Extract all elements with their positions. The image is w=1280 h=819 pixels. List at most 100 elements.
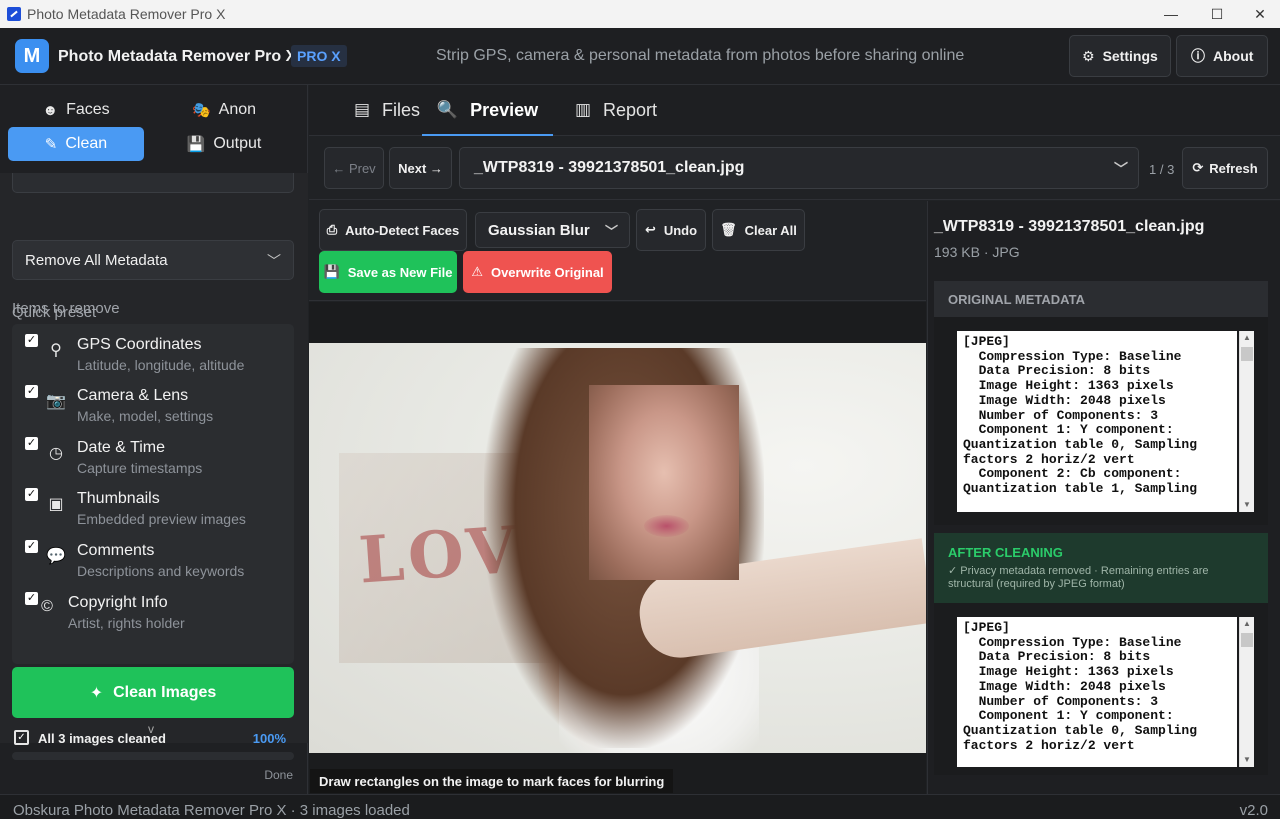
overwrite-label: Overwrite Original bbox=[490, 264, 604, 280]
item-desc: Make, model, settings bbox=[77, 408, 214, 424]
gear-icon: ⚙ bbox=[1082, 47, 1095, 64]
scroll-down-icon[interactable]: ▼ bbox=[1240, 498, 1254, 512]
scroll-thumb[interactable] bbox=[1241, 347, 1253, 361]
item-desc: Latitude, longitude, altitude bbox=[77, 357, 245, 373]
brush-icon: ✎ bbox=[44, 136, 58, 153]
side-tab-label: Clean bbox=[65, 135, 108, 152]
about-label: About bbox=[1213, 48, 1254, 64]
chevron-down-icon: ﹀ bbox=[1114, 161, 1128, 177]
blurred-face-region[interactable] bbox=[589, 385, 739, 580]
overwrite-original-button[interactable]: ⚠ Overwrite Original bbox=[463, 251, 612, 293]
settings-button[interactable]: ⚙ Settings bbox=[1069, 35, 1171, 77]
side-tab-faces[interactable]: ☻ Faces bbox=[8, 93, 144, 127]
items-list: ✓ ⚲ GPS Coordinates Latitude, longitude,… bbox=[12, 324, 294, 664]
tagline: Strip GPS, camera & personal metadata fr… bbox=[436, 47, 965, 64]
scroll-up-icon[interactable]: ▲ bbox=[1240, 617, 1254, 631]
app-logo: M bbox=[15, 39, 49, 73]
app-name: Photo Metadata Remover Pro X bbox=[58, 48, 297, 65]
trash-icon: 🗑 bbox=[720, 222, 737, 237]
progress-bar bbox=[12, 752, 294, 760]
options-scroll-area[interactable]: Quick preset Remove All Metadata ﹀ Items… bbox=[0, 173, 308, 743]
blurred-mouth bbox=[644, 515, 689, 537]
preview-photo[interactable]: LOV bbox=[309, 343, 926, 753]
undo-button[interactable]: ↩ Undo bbox=[636, 209, 706, 251]
save-new-label: Save as New File bbox=[347, 264, 453, 280]
side-tab-clean[interactable]: ✎ Clean bbox=[8, 127, 144, 161]
panel-file-name: _WTP8319 - 39921378501_clean.jpg bbox=[934, 218, 1205, 235]
side-tab-anon[interactable]: 🎭 Anon bbox=[156, 93, 292, 127]
items-to-remove-label: Items to remove bbox=[12, 300, 120, 317]
blur-mode-select[interactable]: Gaussian Blur ﹀ bbox=[475, 212, 630, 248]
list-item[interactable]: ✓ 📷 Camera & Lens Make, model, settings bbox=[12, 373, 294, 425]
clear-all-label: Clear All bbox=[744, 222, 797, 238]
original-metadata-text[interactable]: [JPEG] Compression Type: Baseline Data P… bbox=[957, 331, 1237, 512]
app-icon bbox=[7, 7, 21, 21]
next-button[interactable]: Next → bbox=[389, 147, 452, 189]
tab-report[interactable]: ▥ Report bbox=[571, 85, 661, 135]
list-item[interactable]: ✓ ▣ Thumbnails Embedded preview images bbox=[12, 476, 294, 528]
tab-files[interactable]: ▤ Files bbox=[339, 85, 435, 135]
checkbox-checked[interactable]: ✓ bbox=[25, 334, 38, 347]
list-item[interactable]: ✓ ◷ Date & Time Capture timestamps bbox=[12, 425, 294, 477]
blur-mode-value: Gaussian Blur bbox=[488, 221, 590, 239]
item-name: Camera & Lens bbox=[77, 387, 189, 404]
partial-input-field[interactable] bbox=[12, 173, 294, 193]
minimize-button[interactable]: — bbox=[1148, 0, 1194, 28]
checkbox-checked[interactable]: ✓ bbox=[25, 437, 38, 450]
list-item[interactable]: ✓ © Copyright Info Artist, rights holder bbox=[12, 580, 294, 632]
progress-percent: 100% bbox=[252, 731, 286, 746]
side-tab-label: Output bbox=[213, 135, 262, 152]
scroll-down-icon[interactable]: ▼ bbox=[1240, 753, 1254, 767]
list-item[interactable]: ✓ 💬 Comments Descriptions and keywords bbox=[12, 528, 294, 580]
maximize-button[interactable]: ☐ bbox=[1194, 0, 1240, 28]
cleaned-metadata-text[interactable]: [JPEG] Compression Type: Baseline Data P… bbox=[957, 617, 1237, 767]
version-label: v2.0 bbox=[1239, 802, 1268, 819]
tab-label: Report bbox=[603, 99, 658, 120]
cleaned-metadata-scrollbar[interactable]: ▲ ▼ bbox=[1239, 617, 1254, 767]
checkbox-checked[interactable]: ✓ bbox=[25, 540, 38, 553]
canvas-hint: Draw rectangles on the image to mark fac… bbox=[310, 769, 674, 793]
after-cleaning-note: ✓ Privacy metadata removed · Remaining e… bbox=[948, 565, 1209, 590]
scroll-thumb[interactable] bbox=[1241, 633, 1253, 647]
original-metadata-header: ORIGINAL METADATA bbox=[934, 281, 1268, 317]
scroll-up-icon[interactable]: ▲ bbox=[1240, 331, 1254, 345]
file-select[interactable]: _WTP8319 - 39921378501_clean.jpg ﹀ bbox=[459, 147, 1139, 189]
chevron-down-icon: ﹀ bbox=[604, 224, 618, 239]
tab-label: Preview bbox=[470, 99, 539, 120]
face-icon: ☻ bbox=[42, 101, 59, 119]
face-toolbar: ⎙ Auto-Detect Faces Gaussian Blur ﹀ ↩ Un… bbox=[309, 201, 926, 301]
item-desc: Artist, rights holder bbox=[68, 615, 185, 631]
item-name: Copyright Info bbox=[68, 594, 168, 611]
image-canvas-area[interactable]: LOV Draw rectangles on the image to mark… bbox=[309, 302, 926, 794]
checkbox-checked[interactable]: ✓ bbox=[25, 385, 38, 398]
list-item[interactable]: ✓ ⚲ GPS Coordinates Latitude, longitude,… bbox=[12, 322, 294, 374]
info-icon: ⓘ bbox=[1191, 48, 1205, 64]
status-bar: Obskura Photo Metadata Remover Pro X · 3… bbox=[0, 794, 1280, 819]
prev-button[interactable]: ← Prev bbox=[324, 147, 384, 189]
item-name: Thumbnails bbox=[77, 490, 160, 507]
original-metadata-scrollbar[interactable]: ▲ ▼ bbox=[1239, 331, 1254, 512]
pro-badge: PRO X bbox=[291, 45, 347, 67]
about-button[interactable]: ⓘ About bbox=[1176, 35, 1269, 77]
checkbox-checked[interactable]: ✓ bbox=[25, 488, 38, 501]
refresh-icon: ⟳ bbox=[1192, 160, 1204, 175]
clean-images-button[interactable]: ✦ Clean Images bbox=[12, 667, 294, 718]
warning-icon: ⚠ bbox=[471, 264, 483, 279]
sparkle-icon: ✦ bbox=[89, 684, 104, 702]
refresh-button[interactable]: ⟳ Refresh bbox=[1182, 147, 1268, 189]
tab-preview[interactable]: 🔍 Preview bbox=[422, 85, 553, 136]
magnifier-icon: 🔍 bbox=[436, 100, 459, 119]
window-titlebar: Photo Metadata Remover Pro X — ☐ ✕ bbox=[0, 0, 1280, 28]
close-button[interactable]: ✕ bbox=[1237, 0, 1280, 28]
done-text: Done bbox=[264, 768, 293, 782]
save-icon: 💾 bbox=[186, 136, 206, 153]
quick-preset-select[interactable]: Remove All Metadata ﹀ bbox=[12, 240, 294, 280]
save-as-new-file-button[interactable]: 💾 Save as New File bbox=[319, 251, 457, 293]
camera-icon: 📷 bbox=[46, 393, 66, 410]
auto-detect-label: Auto-Detect Faces bbox=[345, 222, 460, 238]
side-tab-output[interactable]: 💾 Output bbox=[156, 127, 292, 161]
clear-all-button[interactable]: 🗑 Clear All bbox=[712, 209, 805, 251]
auto-detect-faces-button[interactable]: ⎙ Auto-Detect Faces bbox=[319, 209, 467, 251]
refresh-label: Refresh bbox=[1209, 160, 1258, 176]
main-tabs: ▤ Files 🔍 Preview ▥ Report bbox=[309, 85, 1280, 136]
